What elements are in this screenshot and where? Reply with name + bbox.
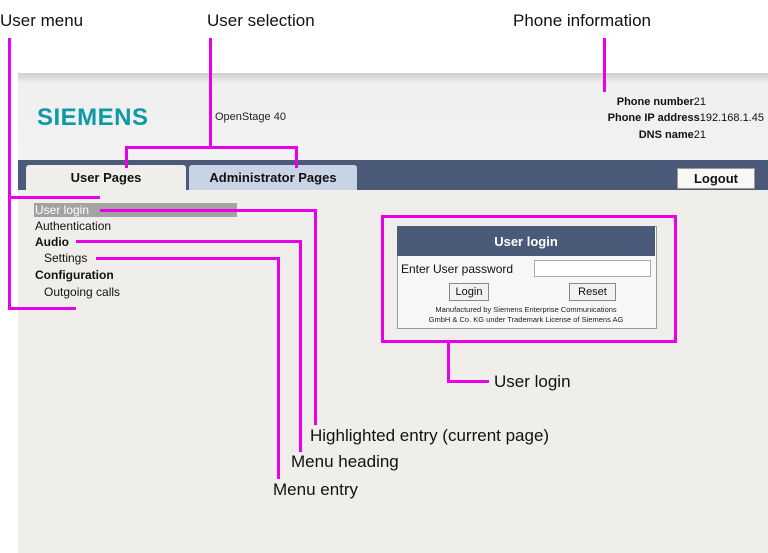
manufacturer-note-line2: GmbH & Co. KG under Trademark License of… <box>428 315 624 324</box>
dns-row: DNS name21 <box>639 129 706 141</box>
annotation-highlighted-entry: Highlighted entry (current page) <box>310 426 550 445</box>
login-panel-title: User login <box>397 226 655 256</box>
callout-menu-entry-horizontal <box>96 257 280 260</box>
siemens-logo: SIEMENS <box>37 104 149 131</box>
callout-phone-information-stem <box>603 38 606 92</box>
callout-user-menu-bottom <box>8 307 76 310</box>
annotation-user-menu: User menu <box>0 11 84 30</box>
callout-login-horizontal <box>447 380 489 383</box>
dns-value: 21 <box>693 129 706 141</box>
annotation-menu-entry: Menu entry <box>273 480 359 499</box>
reset-button[interactable]: Reset <box>569 283 616 301</box>
phone-ip-row: Phone IP address192.168.1.45 <box>608 112 764 124</box>
annotation-user-login: User login <box>494 372 571 391</box>
callout-user-menu-top <box>8 196 100 199</box>
manufacturer-note-line1: Manufactured by Siemens Enterprise Commu… <box>435 305 617 314</box>
phone-number-row: Phone number21 <box>617 96 706 108</box>
callout-highlighted-vertical <box>314 209 317 425</box>
menu-heading-configuration[interactable]: Configuration <box>35 268 114 282</box>
callout-user-menu-vertical <box>8 38 11 310</box>
callout-menu-heading-horizontal <box>76 240 302 243</box>
callout-highlighted-horizontal <box>100 209 317 212</box>
login-button[interactable]: Login <box>449 283 489 301</box>
menu-item-settings[interactable]: Settings <box>44 251 87 265</box>
menu-item-authentication[interactable]: Authentication <box>35 219 111 233</box>
callout-user-selection-stem <box>209 38 212 149</box>
phone-ip-label: Phone IP address <box>607 112 700 124</box>
callout-login-box-bottom <box>381 340 677 343</box>
password-input[interactable] <box>534 260 651 277</box>
logout-button[interactable]: Logout <box>677 168 755 189</box>
callout-user-selection-bar <box>125 146 298 149</box>
annotation-user-selection: User selection <box>207 11 315 30</box>
callout-menu-entry-vertical <box>277 257 280 479</box>
menu-item-outgoing-calls[interactable]: Outgoing calls <box>44 285 120 299</box>
menu-item-user-login[interactable]: User login <box>35 203 89 217</box>
callout-menu-heading-vertical <box>299 240 302 452</box>
callout-login-stem <box>447 343 450 383</box>
tab-user-pages[interactable]: User Pages <box>26 165 186 190</box>
phone-number-value: 21 <box>693 96 706 108</box>
dns-label: DNS name <box>638 129 694 141</box>
callout-user-selection-right <box>295 146 298 168</box>
callout-login-box-top <box>381 215 677 218</box>
menu-heading-audio[interactable]: Audio <box>35 235 69 249</box>
callout-login-box-right <box>674 215 677 343</box>
tab-administrator-pages[interactable]: Administrator Pages <box>189 165 357 190</box>
annotation-phone-information: Phone information <box>513 11 651 30</box>
callout-user-selection-left <box>125 146 128 168</box>
phone-ip-value: 192.168.1.45 <box>699 112 764 124</box>
callout-login-box-left <box>381 215 384 343</box>
password-label: Enter User password <box>401 262 514 276</box>
annotation-menu-heading: Menu heading <box>291 452 399 471</box>
phone-model: OpenStage 40 <box>215 111 286 123</box>
phone-number-label: Phone number <box>616 96 694 108</box>
